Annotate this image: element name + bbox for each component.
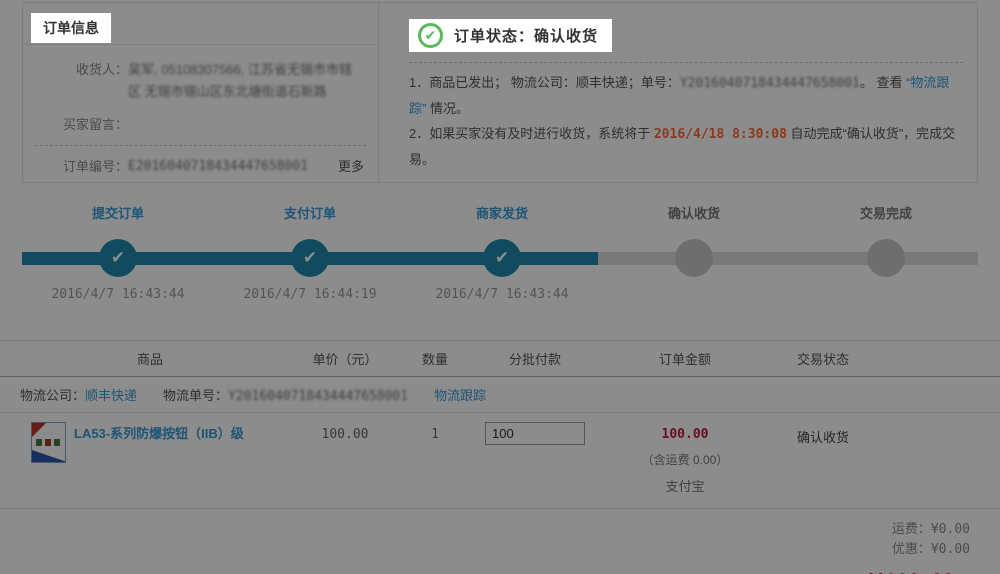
order-detail-page: 订单信息 收货人： 吴军, 05108307566, 江苏省无锡市市辖区 无锡市… <box>0 0 1000 574</box>
order-status-text: 订单状态：确认收货 <box>454 25 598 46</box>
order-info-title: 订单信息 <box>31 13 111 43</box>
order-status-highlight: ✔ 订单状态：确认收货 <box>409 19 612 52</box>
dim-overlay <box>0 0 1000 574</box>
status-check-icon: ✔ <box>418 23 443 48</box>
